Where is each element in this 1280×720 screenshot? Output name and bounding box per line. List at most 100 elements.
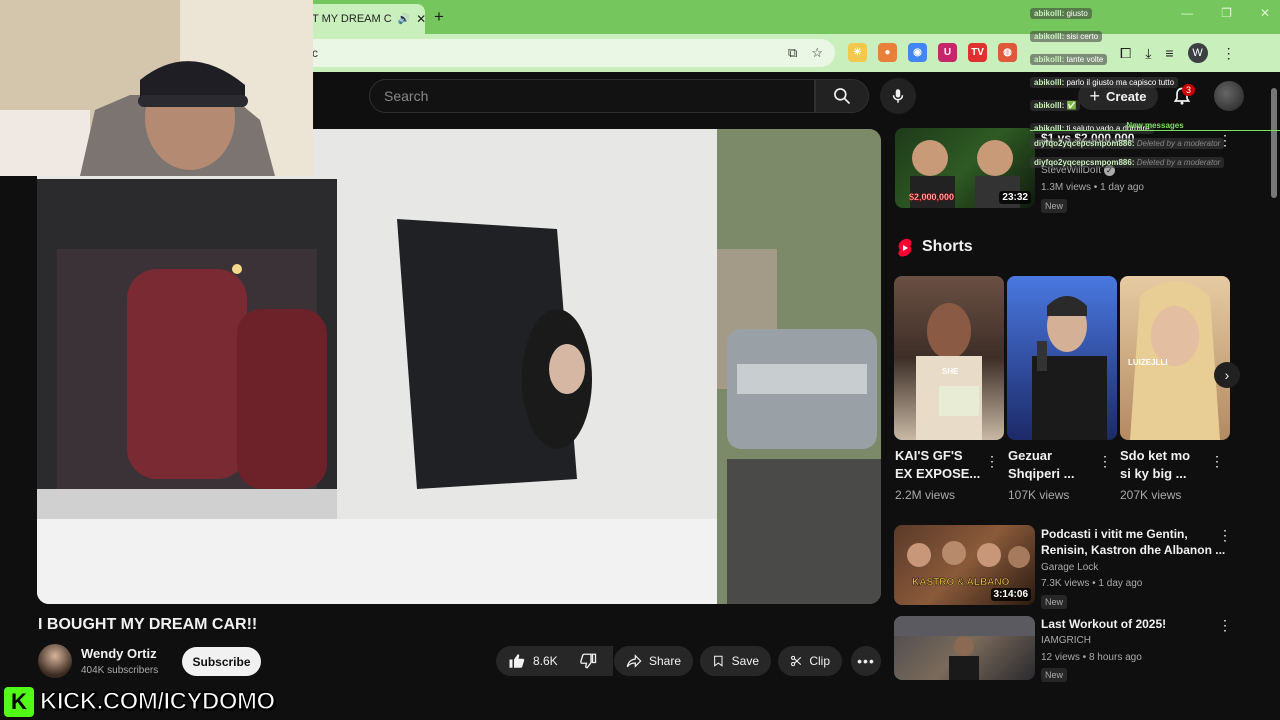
- browser-tab[interactable]: T MY DREAM C 🔊 ✕: [300, 4, 425, 34]
- dislike-button[interactable]: [567, 646, 609, 676]
- video-title[interactable]: Last Workout of 2025!: [1041, 616, 1213, 632]
- save-button[interactable]: Save: [700, 646, 771, 676]
- short-title-line: KAI'S GF'S: [895, 448, 963, 463]
- chat-text: giusto: [1066, 9, 1088, 18]
- webcam-frame: [0, 0, 313, 176]
- short-title-1[interactable]: Gezuar Shqiperi ...: [1008, 447, 1074, 483]
- bookmark-icon: [714, 655, 723, 667]
- search-input[interactable]: Search: [369, 79, 815, 113]
- save-label: Save: [731, 654, 759, 668]
- kick-url: KICK.COM/ICYDOMO: [39, 687, 275, 715]
- chat-username: abikolll:: [1034, 55, 1067, 64]
- clip-button[interactable]: Clip: [778, 646, 842, 676]
- chevron-right-icon: ›: [1224, 367, 1230, 383]
- scissors-icon: [791, 655, 802, 667]
- chrome-extension-icon[interactable]: ◉: [908, 43, 927, 62]
- extensions-row: ☀ ● ◉ U TV ◍: [848, 43, 1017, 62]
- search-button[interactable]: [815, 79, 869, 113]
- video-meta: 12 views • 8 hours ago: [1041, 652, 1142, 663]
- short-thumbnail-0[interactable]: SHE: [894, 276, 1004, 440]
- short-title-line: Gezuar: [1008, 448, 1053, 463]
- video-frame: [37, 129, 881, 604]
- more-options-icon[interactable]: ⋮: [1218, 617, 1232, 634]
- share-icon: [626, 654, 642, 668]
- short-image-0: [916, 303, 982, 440]
- deleted-messages: diyfqo2yqcepcsmpom886: Deleted by a mode…: [1030, 133, 1280, 175]
- thumbnail-text: $2,000,000: [909, 192, 955, 203]
- thumbs-down-icon: [580, 653, 597, 669]
- short-overlay-text-0: SHE: [942, 367, 959, 376]
- shorts-next-button[interactable]: ›: [1214, 362, 1240, 388]
- more-options-icon[interactable]: ⋮: [1218, 527, 1232, 544]
- share-button[interactable]: Share: [614, 646, 693, 676]
- search-placeholder: Search: [384, 88, 429, 104]
- short-more-icon[interactable]: ⋮: [1098, 453, 1112, 470]
- like-count: 8.6K: [533, 654, 558, 668]
- chat-text: tante volte: [1066, 55, 1104, 64]
- channel-avatar[interactable]: [38, 644, 72, 678]
- chat-text: parlo il giusto ma capisco tutto: [1066, 78, 1175, 87]
- short-title-line: Shqiperi ...: [1008, 466, 1075, 481]
- short-views-1: 107K views: [1008, 488, 1070, 502]
- video-title-line: Renisin, Kastron dhe Albanon ...: [1041, 543, 1226, 557]
- subscriber-count: 404K subscribers: [81, 665, 159, 676]
- video-meta: 1.3M views • 1 day ago: [1041, 182, 1144, 193]
- new-badge: New: [1041, 668, 1068, 682]
- short-title-2[interactable]: Sdo ket mo si ky big ...: [1120, 447, 1190, 483]
- short-thumbnail-2[interactable]: LUIZEJLLI: [1120, 276, 1230, 440]
- bookmark-star-icon[interactable]: ☆: [811, 45, 823, 61]
- chat-username: diyfqo2yqcepcsmpom886:: [1034, 139, 1135, 148]
- subscribe-button[interactable]: Subscribe: [182, 647, 261, 676]
- video-thumbnail[interactable]: $2,000,000 23:32: [895, 128, 1035, 208]
- chat-username: abikolll:: [1034, 9, 1067, 18]
- chat-username: abikolll:: [1034, 78, 1067, 87]
- channel-name[interactable]: Wendy Ortiz: [81, 646, 157, 661]
- chat-deleted-text: Deleted by a moderator: [1136, 158, 1221, 167]
- short-title-line: EX EXPOSE...: [895, 466, 981, 481]
- more-actions-button[interactable]: •••: [851, 646, 881, 676]
- chat-message: diyfqo2yqcepcsmpom886: Deleted by a mode…: [1030, 138, 1225, 149]
- clip-label: Clip: [809, 654, 830, 668]
- video-player[interactable]: [37, 129, 881, 604]
- video-thumbnail[interactable]: [894, 616, 1035, 680]
- sun-extension-icon[interactable]: ☀: [848, 43, 867, 62]
- short-thumbnail-1[interactable]: [1007, 276, 1117, 440]
- short-more-icon[interactable]: ⋮: [985, 453, 999, 470]
- new-tab-button[interactable]: +: [434, 7, 444, 27]
- cookie-extension-icon[interactable]: ●: [878, 43, 897, 62]
- streamer-webcam: [0, 0, 313, 176]
- chat-message: abikolll: parlo il giusto ma capisco tut…: [1030, 77, 1179, 88]
- chat-username: abikolll:: [1034, 32, 1067, 41]
- voice-search-button[interactable]: [880, 78, 916, 114]
- chat-message: abikolll: ✅: [1030, 100, 1081, 111]
- chat-extension-icon[interactable]: ◍: [998, 43, 1017, 62]
- tab-close-icon[interactable]: ✕: [416, 12, 425, 26]
- short-more-icon[interactable]: ⋮: [1210, 453, 1224, 470]
- thumbnail-image: [894, 616, 1035, 680]
- new-badge: New: [1041, 199, 1068, 213]
- chat-message: diyfqo2yqcepcsmpom886: Deleted by a mode…: [1030, 157, 1225, 168]
- short-title-line: si ky big ...: [1120, 466, 1187, 481]
- chat-text: ✅: [1066, 101, 1077, 110]
- chat-message: abikolll: tante volte: [1030, 54, 1108, 65]
- channel-name[interactable]: Garage Lock: [1041, 562, 1098, 573]
- short-title-0[interactable]: KAI'S GF'S EX EXPOSE...: [895, 447, 980, 483]
- thumbs-up-icon: [509, 654, 525, 668]
- video-meta: 7.3K views • 1 day ago: [1041, 578, 1143, 589]
- chat-message: abikolll: giusto: [1030, 8, 1092, 19]
- video-thumbnail[interactable]: KASTRO & ALBANO 3:14:06: [894, 525, 1035, 605]
- new-badge: New: [1041, 595, 1068, 609]
- u-extension-icon[interactable]: U: [938, 43, 957, 62]
- video-title[interactable]: Podcasti i vitit me Gentin, Renisin, Kas…: [1041, 526, 1226, 558]
- chat-deleted-text: Deleted by a moderator: [1136, 139, 1221, 148]
- video-duration: 23:32: [999, 191, 1031, 204]
- install-app-icon[interactable]: ⧉: [788, 45, 797, 61]
- tv-extension-icon[interactable]: TV: [968, 43, 987, 62]
- chat-message: abikolll: sisi certo: [1030, 31, 1103, 42]
- channel-name[interactable]: IAMGRICH: [1041, 635, 1091, 646]
- kick-banner: K KICK.COM/ICYDOMO: [0, 683, 276, 720]
- address-bar[interactable]: c ⧉ ☆: [300, 39, 835, 67]
- thumbnail-text: KASTRO & ALBANO: [912, 577, 1010, 588]
- video-title: I BOUGHT MY DREAM CAR!!: [38, 616, 258, 633]
- tab-audio-icon[interactable]: 🔊: [398, 14, 410, 25]
